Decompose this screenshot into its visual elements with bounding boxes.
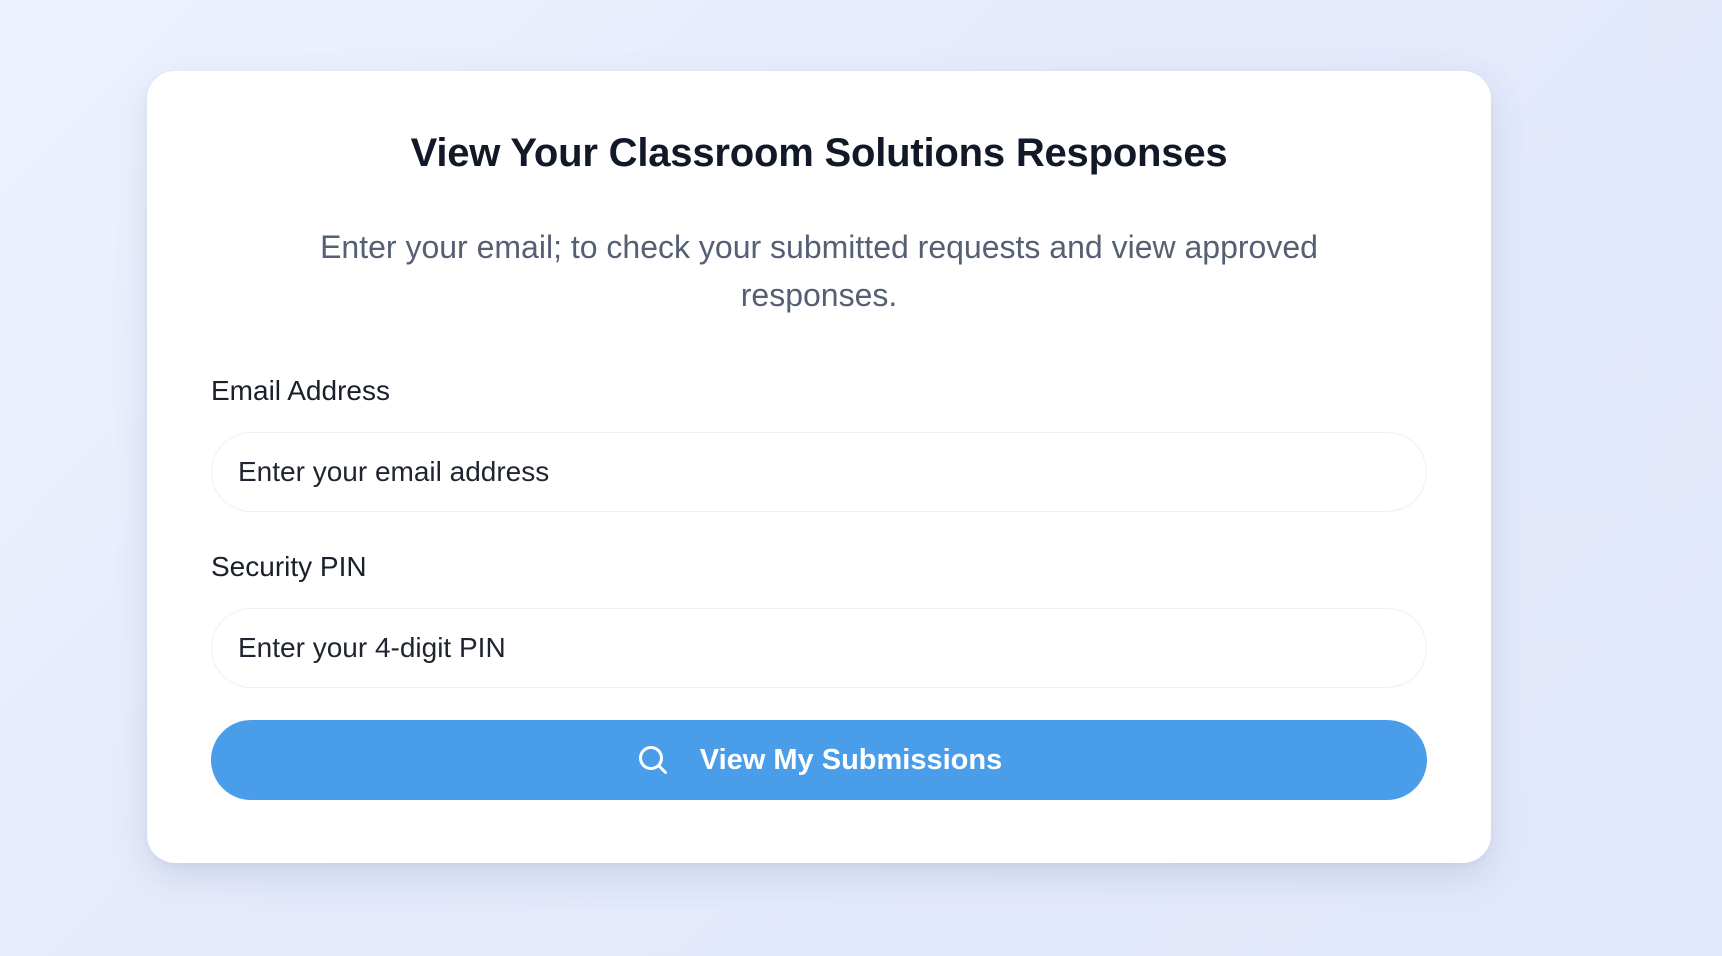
page-title: View Your Classroom Solutions Responses xyxy=(410,131,1228,175)
email-label: Email Address xyxy=(211,375,390,406)
lookup-card: View Your Classroom Solutions Responses … xyxy=(147,71,1491,863)
pin-label: Security PIN xyxy=(211,551,367,582)
view-submissions-button[interactable]: View My Submissions xyxy=(211,720,1427,800)
email-input[interactable] xyxy=(211,432,1427,512)
search-icon xyxy=(636,743,670,777)
pin-input[interactable] xyxy=(211,608,1427,688)
view-submissions-label: View My Submissions xyxy=(699,743,1003,776)
page-subtitle: Enter your email; to check your submitte… xyxy=(320,229,1318,313)
